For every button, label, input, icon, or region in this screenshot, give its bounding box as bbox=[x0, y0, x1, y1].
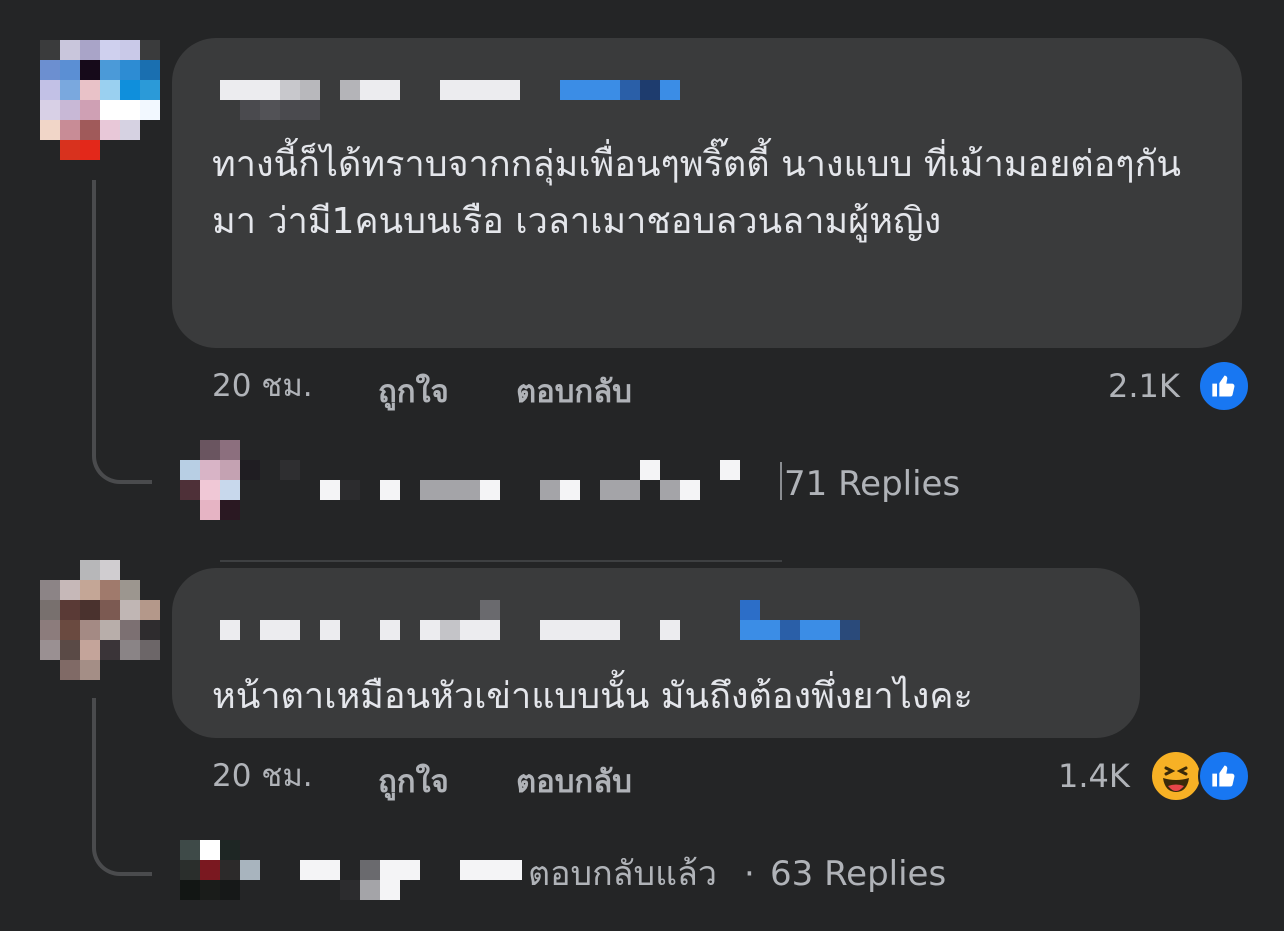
commenter-avatar[interactable] bbox=[40, 560, 160, 680]
reply-button[interactable]: ตอบกลับ bbox=[516, 372, 632, 412]
comment-text: หน้าตาเหมือนหัวเข่าแบบนั้น มันถึงต้องพึ่… bbox=[212, 676, 973, 717]
haha-icon bbox=[1150, 750, 1202, 802]
comment-timestamp[interactable]: 20 ชม. bbox=[212, 366, 313, 406]
commenter-name-shadow bbox=[260, 100, 280, 120]
reply-button[interactable]: ตอบกลับ bbox=[516, 762, 632, 802]
replier-avatar[interactable] bbox=[180, 440, 260, 520]
replier-name[interactable] bbox=[280, 460, 760, 500]
replier-name[interactable] bbox=[300, 860, 530, 900]
replied-label[interactable]: ตอบกลับแล้ว bbox=[528, 852, 717, 896]
like-icon bbox=[1198, 750, 1250, 802]
view-replies-link[interactable]: 71 Replies bbox=[784, 462, 960, 506]
comment-text: ทางนี้ก็ได้ทราบจากกลุ่มเพื่อนๆพริ๊ตตี้ น… bbox=[212, 144, 1182, 242]
comment-timestamp[interactable]: 20 ชม. bbox=[212, 756, 313, 796]
separator-dot: · bbox=[744, 854, 755, 894]
commenter-avatar[interactable] bbox=[40, 40, 160, 160]
thread-connector bbox=[92, 180, 152, 484]
thread-connector bbox=[92, 698, 152, 876]
comment-divider bbox=[220, 560, 782, 562]
like-button[interactable]: ถูกใจ bbox=[378, 762, 449, 802]
replier-avatar[interactable] bbox=[180, 840, 260, 900]
commenter-name-shadow bbox=[240, 100, 320, 120]
view-replies-link[interactable]: 63 Replies bbox=[770, 852, 946, 896]
commenter-name[interactable] bbox=[220, 80, 690, 100]
reaction-count[interactable]: 1.4K bbox=[1058, 756, 1130, 796]
reaction-count[interactable]: 2.1K bbox=[1108, 366, 1180, 406]
reply-divider bbox=[780, 462, 782, 500]
like-icon bbox=[1198, 360, 1250, 412]
commenter-name[interactable] bbox=[220, 600, 860, 640]
like-button[interactable]: ถูกใจ bbox=[378, 372, 449, 412]
